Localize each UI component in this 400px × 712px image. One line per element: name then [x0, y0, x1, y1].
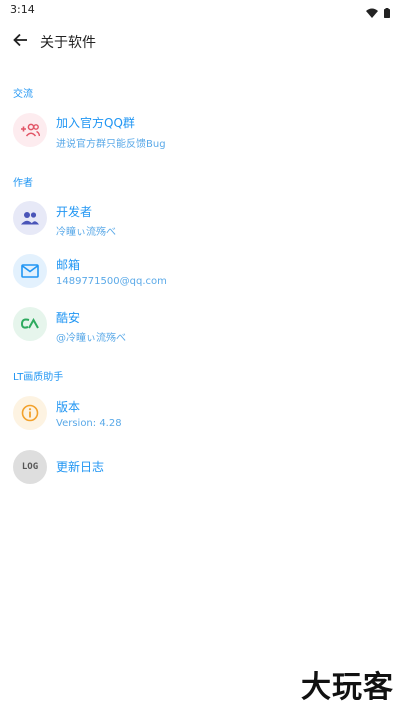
email-title: 邮箱	[56, 258, 81, 272]
coolapk-icon	[13, 307, 47, 341]
section-header-app: LT画质助手	[13, 372, 64, 383]
group-add-icon	[13, 113, 47, 147]
section-header-communication: 交流	[13, 89, 33, 100]
email-item[interactable]: 邮箱 1489771500@qq.com	[0, 246, 400, 298]
version-item[interactable]: 版本 Version: 4.28	[0, 388, 400, 440]
section-header-author: 作者	[13, 178, 33, 189]
join-group-title: 加入官方QQ群	[56, 116, 135, 130]
join-group-subtitle: 进说官方群只能反馈Bug	[56, 139, 166, 150]
developer-item[interactable]: 开发者 冷瞳ぃ流殇べ	[0, 193, 400, 245]
status-time: 3:14	[10, 3, 35, 16]
mail-icon	[13, 254, 47, 288]
email-subtitle: 1489771500@qq.com	[56, 276, 167, 287]
arrow-back-icon	[12, 32, 28, 52]
version-subtitle: Version: 4.28	[56, 418, 122, 429]
info-icon	[13, 396, 47, 430]
developer-subtitle: 冷瞳ぃ流殇べ	[56, 227, 116, 238]
log-icon-text: LOG	[21, 462, 39, 472]
changelog-item[interactable]: LOG 更新日志	[0, 441, 400, 493]
coolapk-subtitle: @冷瞳ぃ流殇べ	[56, 333, 126, 344]
back-button[interactable]	[6, 28, 34, 56]
log-icon: LOG	[13, 450, 47, 484]
version-title: 版本	[56, 400, 81, 414]
developer-title: 开发者	[56, 205, 93, 219]
toolbar: 关于软件	[0, 20, 400, 64]
page-title: 关于软件	[40, 35, 96, 51]
join-group-item[interactable]: 加入官方QQ群 进说官方群只能反馈Bug	[0, 105, 400, 157]
people-icon	[13, 201, 47, 235]
watermark-logo: 大玩客	[301, 670, 394, 705]
status-bar: 3:14	[0, 0, 400, 20]
coolapk-item[interactable]: 酷安 @冷瞳ぃ流殇べ	[0, 299, 400, 351]
changelog-title: 更新日志	[56, 460, 105, 474]
coolapk-title: 酷安	[56, 311, 81, 325]
